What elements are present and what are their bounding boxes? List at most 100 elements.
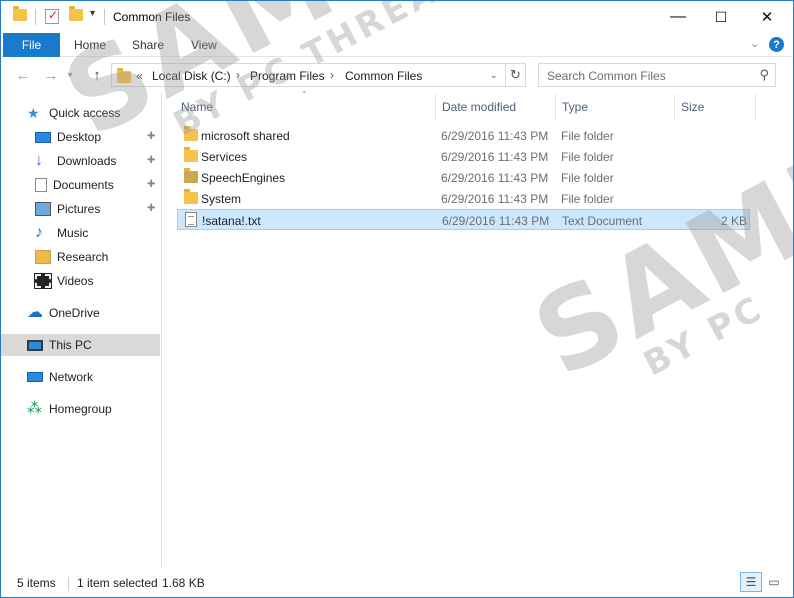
divider <box>68 577 69 591</box>
folder-icon <box>35 250 51 264</box>
search-box[interactable]: Search Common Files ⚲ <box>538 63 776 87</box>
folder-icon <box>184 168 198 183</box>
expand-ribbon-icon[interactable]: ⌄ <box>750 37 759 50</box>
sidebar-item-label: Music <box>57 226 89 240</box>
sort-indicator-icon: ⌃ <box>301 90 308 99</box>
file-date: 6/29/2016 11:43 PM <box>442 214 550 228</box>
text-file-icon <box>185 212 197 227</box>
pin-icon[interactable]: ✚ <box>147 131 155 142</box>
ribbon-tabs: File Home Share View ⌄ ? <box>1 33 793 57</box>
pictures-icon <box>35 202 51 216</box>
file-type: File folder <box>561 150 614 164</box>
column-divider[interactable] <box>555 94 556 120</box>
forward-button[interactable]: → <box>41 65 61 85</box>
table-row[interactable]: System 6/29/2016 11:43 PM File folder <box>177 188 750 209</box>
file-name: microsoft shared <box>201 129 290 143</box>
pin-icon[interactable]: ✚ <box>147 203 155 214</box>
divider <box>35 9 36 25</box>
tab-file[interactable]: File <box>3 33 60 57</box>
window-title: Common Files <box>113 10 191 24</box>
file-size: 2 KB <box>720 214 747 228</box>
breadcrumb-separator[interactable]: › <box>236 68 240 82</box>
maximize-button[interactable]: ☐ <box>698 1 744 33</box>
sidebar-item-downloads[interactable]: ↓ Downloads <box>35 150 116 172</box>
search-icon[interactable]: ⚲ <box>759 67 769 83</box>
minimize-button[interactable]: — <box>655 1 701 33</box>
column-header-name[interactable]: Name <box>181 100 213 114</box>
help-icon[interactable]: ? <box>769 37 784 52</box>
title-bar: ▾ Common Files — ☐ ✕ <box>1 1 793 33</box>
breadcrumb-common-files[interactable]: Common Files <box>345 69 422 83</box>
sidebar-item-videos[interactable]: Videos <box>34 270 93 292</box>
desktop-icon <box>35 132 51 143</box>
sidebar-item-label: Desktop <box>57 130 102 144</box>
file-name: Services <box>201 150 248 164</box>
column-divider[interactable] <box>674 94 675 120</box>
tab-share[interactable]: Share <box>132 38 164 52</box>
new-folder-icon[interactable] <box>69 6 83 21</box>
properties-icon[interactable] <box>45 8 59 24</box>
column-header-size[interactable]: Size <box>681 100 704 114</box>
table-row[interactable]: microsoft shared 6/29/2016 11:43 PM File… <box>177 125 750 146</box>
selection-size: 1.68 KB <box>162 576 205 590</box>
table-row[interactable]: Services 6/29/2016 11:43 PM File folder <box>177 146 750 167</box>
cloud-icon: ☁ <box>27 304 43 321</box>
folder-icon <box>13 6 27 21</box>
up-button[interactable]: ↑ <box>87 65 107 85</box>
sidebar-item-quick-access[interactable]: ★ Quick access <box>27 102 120 124</box>
column-divider[interactable] <box>435 94 436 120</box>
navigation-pane: ★ Quick access Desktop ✚ ↓ Downloads ✚ D… <box>1 92 162 569</box>
sidebar-item-desktop[interactable]: Desktop <box>35 126 101 148</box>
recent-locations-button[interactable]: ▾ <box>63 65 77 85</box>
sidebar-item-label: Network <box>49 370 94 384</box>
back-button[interactable]: ← <box>13 65 33 85</box>
close-button[interactable]: ✕ <box>744 1 790 33</box>
explorer-window: ▾ Common Files — ☐ ✕ File Home Share Vie… <box>0 0 794 598</box>
file-name: SpeechEngines <box>201 171 286 185</box>
sidebar-item-homegroup[interactable]: ⁂ Homegroup <box>27 398 112 420</box>
sidebar-item-label: Documents <box>53 178 114 192</box>
refresh-button[interactable]: ↻ <box>506 63 526 87</box>
file-type: Text Document <box>562 214 643 228</box>
folder-icon <box>184 189 198 204</box>
status-bar: 5 items 1 item selected 1.68 KB ☰ ▭ <box>1 569 793 597</box>
video-icon <box>34 273 52 289</box>
file-name: System <box>201 192 242 206</box>
breadcrumb-overflow[interactable]: « <box>136 69 143 83</box>
large-icons-view-icon[interactable]: ▭ <box>763 572 785 592</box>
computer-icon <box>27 339 43 351</box>
details-view-icon[interactable]: ☰ <box>740 572 762 592</box>
file-type: File folder <box>561 192 614 206</box>
column-header-type[interactable]: Type <box>562 100 588 114</box>
table-row[interactable]: SpeechEngines 6/29/2016 11:43 PM File fo… <box>177 167 750 188</box>
pin-icon[interactable]: ✚ <box>147 155 155 166</box>
search-input[interactable]: Search Common Files <box>547 69 666 83</box>
file-date: 6/29/2016 11:43 PM <box>441 150 549 164</box>
column-divider[interactable] <box>755 94 756 120</box>
pin-icon[interactable]: ✚ <box>147 179 155 190</box>
sidebar-item-research[interactable]: Research <box>35 246 108 268</box>
sidebar-item-pictures[interactable]: Pictures <box>35 198 100 220</box>
sidebar-item-label: Downloads <box>57 154 117 168</box>
breadcrumb-separator[interactable]: › <box>330 68 334 82</box>
sidebar-item-music[interactable]: ♪ Music <box>35 222 88 244</box>
table-row-selected[interactable]: !satana!.txt 6/29/2016 11:43 PM Text Doc… <box>177 209 750 230</box>
sidebar-item-network[interactable]: Network <box>27 366 93 388</box>
column-header-date-modified[interactable]: Date modified <box>442 100 516 114</box>
tab-view[interactable]: View <box>191 38 217 52</box>
sidebar-item-documents[interactable]: Documents <box>35 174 114 196</box>
sidebar-item-label: Quick access <box>49 106 121 120</box>
breadcrumb-local-disk[interactable]: Local Disk (C:) <box>152 69 231 83</box>
address-bar[interactable]: « Local Disk (C:) › Program Files › Comm… <box>111 63 506 87</box>
sidebar-item-label: Research <box>57 250 109 264</box>
file-list: ⌃ Name Date modified Type Size microsoft… <box>163 90 793 569</box>
music-icon: ♪ <box>35 224 43 241</box>
chevron-down-icon[interactable]: ⌄ <box>490 70 500 80</box>
tab-home[interactable]: Home <box>74 38 106 52</box>
customize-toolbar-icon[interactable]: ▾ <box>90 8 95 19</box>
file-date: 6/29/2016 11:43 PM <box>441 171 549 185</box>
sidebar-item-onedrive[interactable]: ☁ OneDrive <box>27 302 100 324</box>
file-type: File folder <box>561 171 614 185</box>
sidebar-item-this-pc[interactable]: This PC <box>1 334 160 356</box>
breadcrumb-program-files[interactable]: Program Files <box>250 69 325 83</box>
